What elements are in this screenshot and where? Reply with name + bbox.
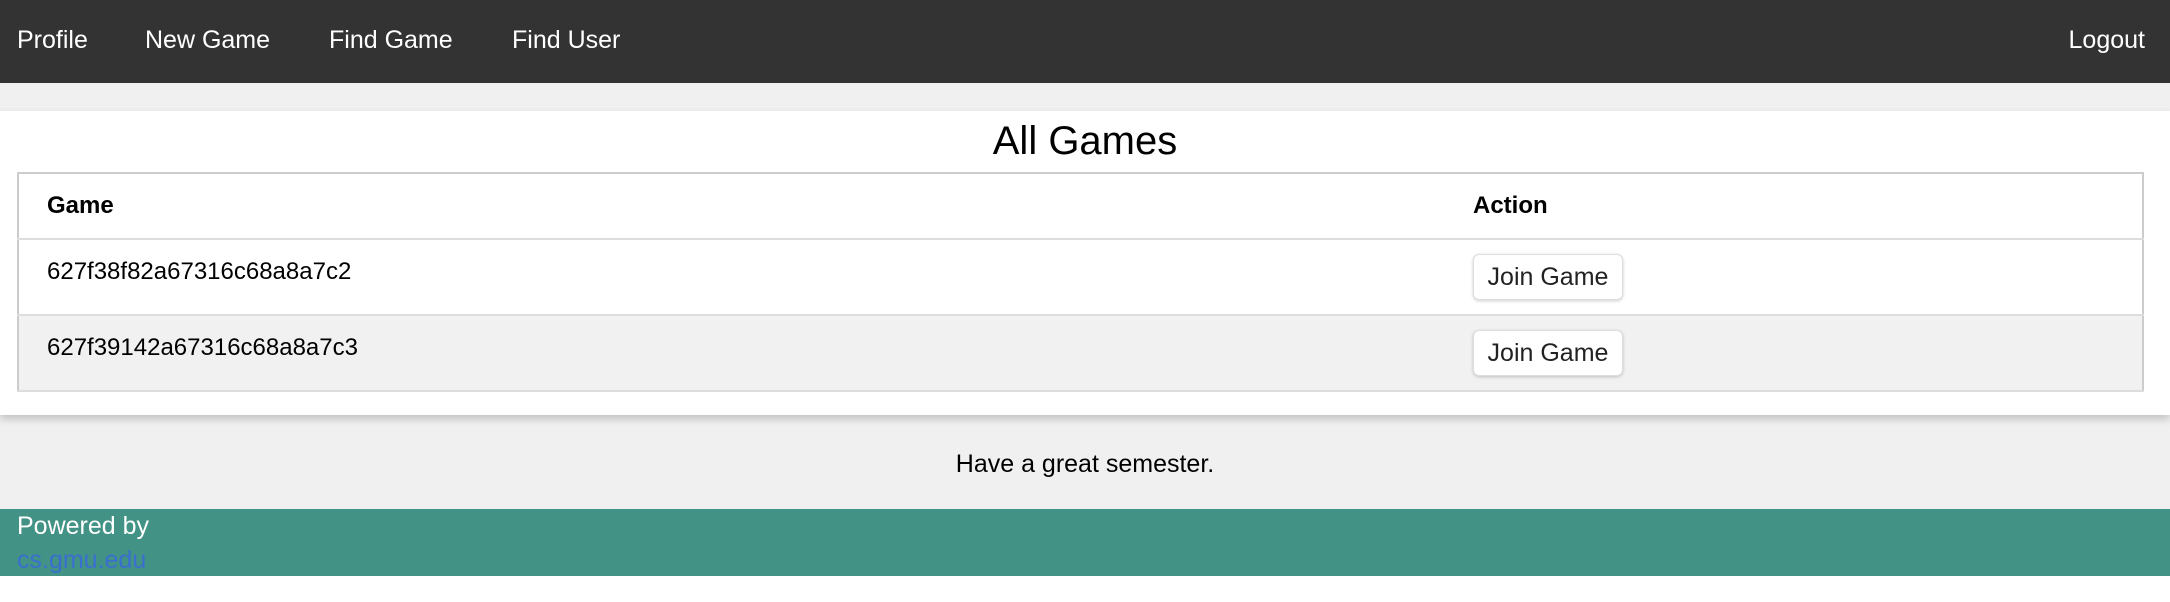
- table-row: 627f38f82a67316c68a8a7c2 Join Game: [18, 239, 2143, 316]
- nav-logout[interactable]: Logout: [2069, 26, 2145, 55]
- nav-find-game[interactable]: Find Game: [329, 26, 453, 55]
- top-navbar: Profile New Game Find Game Find User Log…: [0, 0, 2170, 83]
- table-row: 627f39142a67316c68a8a7c3 Join Game: [18, 315, 2143, 392]
- column-header-game: Game: [18, 173, 1445, 240]
- footer: Powered by cs.gmu.edu: [0, 509, 2170, 576]
- join-game-button[interactable]: Join Game: [1473, 330, 1623, 376]
- action-cell: Join Game: [1445, 239, 2143, 316]
- main-content: All Games Game Action 627f38f82a67316c68…: [0, 83, 2170, 576]
- nav-profile[interactable]: Profile: [17, 26, 88, 55]
- game-id: 627f38f82a67316c68a8a7c2: [18, 239, 1445, 316]
- action-cell: Join Game: [1445, 315, 2143, 392]
- page-title: All Games: [992, 119, 1178, 163]
- games-card: All Games Game Action 627f38f82a67316c68…: [0, 111, 2170, 415]
- game-id: 627f39142a67316c68a8a7c3: [18, 315, 1445, 392]
- nav-new-game[interactable]: New Game: [145, 26, 270, 55]
- table-header: Game Action: [18, 173, 2143, 240]
- column-header-action: Action: [1445, 173, 2143, 240]
- nav-find-user[interactable]: Find User: [512, 26, 620, 55]
- powered-by-label: Powered by: [17, 512, 150, 540]
- cs-gmu-link[interactable]: cs.gmu.edu: [17, 546, 146, 575]
- games-table: Game Action 627f38f82a67316c68a8a7c2 Joi…: [17, 172, 2144, 392]
- join-game-button[interactable]: Join Game: [1473, 254, 1623, 300]
- footer-message: Have a great semester.: [955, 450, 1215, 478]
